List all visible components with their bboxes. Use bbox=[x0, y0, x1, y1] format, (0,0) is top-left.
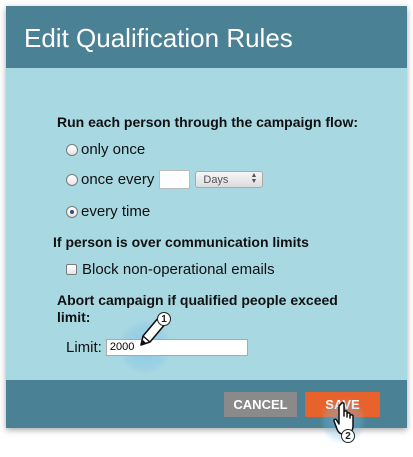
limit-label: Limit: bbox=[66, 339, 102, 356]
only-once-radio[interactable] bbox=[66, 143, 78, 156]
once-every-radio[interactable] bbox=[66, 173, 78, 186]
select-arrows-icon: ▲ ▼ bbox=[250, 172, 258, 185]
abort-heading-line1: Abort campaign if qualified people excee… bbox=[57, 292, 338, 308]
interval-unit-select[interactable]: Days ▲ ▼ bbox=[195, 171, 264, 188]
block-emails-option[interactable]: Block non-operational emails bbox=[66, 261, 275, 278]
limit-input[interactable]: 2000 bbox=[105, 339, 248, 356]
dialog-title-bar: Edit Qualification Rules bbox=[6, 6, 407, 68]
only-once-option[interactable]: only once bbox=[66, 141, 145, 158]
abort-heading-line2: limit: bbox=[57, 309, 91, 325]
dialog-title: Edit Qualification Rules bbox=[24, 23, 293, 53]
communication-limits-heading: If person is over communication limits bbox=[53, 234, 309, 250]
only-once-label: only once bbox=[81, 141, 146, 158]
edit-qualification-rules-dialog: Edit Qualification Rules Run each person… bbox=[6, 6, 407, 428]
every-time-label: every time bbox=[81, 203, 151, 220]
block-emails-checkbox[interactable] bbox=[66, 264, 77, 275]
step-2-badge: 2 bbox=[341, 429, 355, 443]
campaign-flow-heading: Run each person through the campaign flo… bbox=[57, 114, 359, 130]
cancel-button[interactable]: CANCEL bbox=[224, 392, 297, 417]
interval-unit-value: Days bbox=[203, 173, 229, 186]
interval-number-input[interactable] bbox=[159, 170, 191, 189]
once-every-option[interactable]: once every Days ▲ ▼ bbox=[66, 170, 264, 189]
dialog-body: Run each person through the campaign flo… bbox=[6, 68, 407, 380]
every-time-radio[interactable] bbox=[66, 205, 78, 218]
every-time-option[interactable]: every time bbox=[66, 203, 150, 220]
block-emails-label: Block non-operational emails bbox=[82, 261, 275, 278]
step-1-badge: 1 bbox=[157, 312, 171, 326]
once-every-label: once every bbox=[81, 171, 155, 188]
